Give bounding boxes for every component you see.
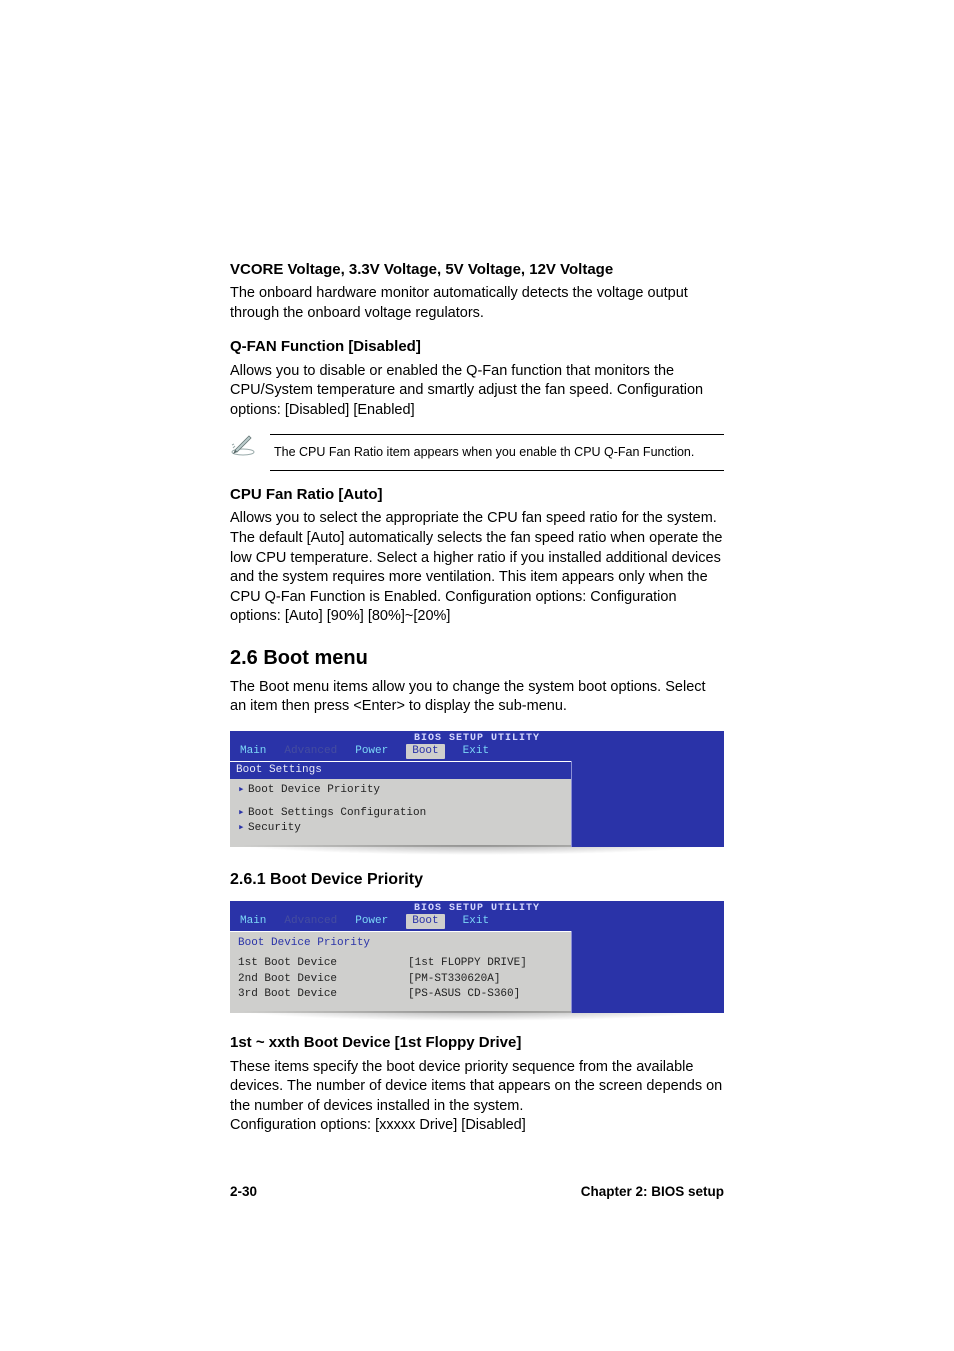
note-box: The CPU Fan Ratio item appears when you … — [270, 434, 724, 471]
bios-tab-boot[interactable]: Boot — [406, 914, 444, 929]
page-number: 2-30 — [230, 1183, 257, 1201]
bios-tab-advanced[interactable]: Advanced — [284, 744, 337, 759]
bios-tab-boot[interactable]: Boot — [406, 744, 444, 759]
para-cpufanratio: Allows you to select the appropriate the… — [230, 509, 724, 626]
bios-2nd-boot-value[interactable]: [PM-ST330620A] — [408, 972, 500, 987]
heading-1st-xxth: 1st ~ xxth Boot Device [1st Floppy Drive… — [230, 1033, 724, 1053]
bios-subheading: Boot Device Priority — [238, 936, 563, 955]
bios-menubar: BIOS SETUP UTILITY Main Advanced Power B… — [230, 731, 724, 761]
bios-item-boot-settings-config[interactable]: Boot Settings Configuration — [248, 806, 563, 821]
bios-tab-exit[interactable]: Exit — [463, 914, 489, 929]
bios-3rd-boot-label[interactable]: 3rd Boot Device — [238, 987, 408, 1002]
heading-2-6: 2.6 Boot menu — [230, 645, 724, 672]
pen-icon — [230, 430, 256, 463]
para-vcore: The onboard hardware monitor automatical… — [230, 284, 724, 323]
bios-panel-left: Boot Device Priority 1st Boot Device [1s… — [230, 931, 571, 1013]
bios-title: BIOS SETUP UTILITY — [414, 902, 540, 916]
bios-title: BIOS SETUP UTILITY — [414, 732, 540, 746]
chapter-label: Chapter 2: BIOS setup — [581, 1183, 724, 1201]
bios-tab-advanced[interactable]: Advanced — [284, 914, 337, 929]
submenu-arrow-icon: ▸ — [238, 821, 248, 836]
bios-tab-power[interactable]: Power — [355, 744, 388, 759]
bios-subheading: Boot Settings — [230, 762, 571, 779]
heading-vcore: VCORE Voltage, 3.3V Voltage, 5V Voltage,… — [230, 260, 724, 280]
bios-item-boot-device-priority[interactable]: Boot Device Priority — [248, 783, 563, 798]
bios-tab-exit[interactable]: Exit — [463, 744, 489, 759]
submenu-arrow-icon: ▸ — [238, 806, 248, 821]
manual-page: VCORE Voltage, 3.3V Voltage, 5V Voltage,… — [0, 0, 954, 1351]
bios-tab-main[interactable]: Main — [240, 744, 266, 759]
bios-tab-main[interactable]: Main — [240, 914, 266, 929]
para-1st-xxth-1: These items specify the boot device prio… — [230, 1058, 724, 1117]
note-text: The CPU Fan Ratio item appears when you … — [270, 438, 694, 467]
bios-panel-left: Boot Settings ▸ Boot Device Priority ▸ B… — [230, 761, 571, 847]
bios-panel-right — [571, 931, 724, 1013]
para-qfan: Allows you to disable or enabled the Q-F… — [230, 362, 724, 421]
bios-screenshot-boot-device-priority: BIOS SETUP UTILITY Main Advanced Power B… — [230, 901, 724, 1021]
para-2-6: The Boot menu items allow you to change … — [230, 678, 724, 717]
bios-screenshot-boot-settings: BIOS SETUP UTILITY Main Advanced Power B… — [230, 731, 724, 855]
bios-tab-power[interactable]: Power — [355, 914, 388, 929]
bios-panel-right — [571, 761, 724, 847]
heading-2-6-1: 2.6.1 Boot Device Priority — [230, 869, 724, 891]
page-footer: 2-30 Chapter 2: BIOS setup — [230, 1183, 724, 1201]
bios-item-security[interactable]: Security — [248, 821, 563, 836]
submenu-arrow-icon: ▸ — [238, 783, 248, 798]
para-1st-xxth-2: Configuration options: [xxxxx Drive] [Di… — [230, 1116, 724, 1136]
bios-3rd-boot-value[interactable]: [PS-ASUS CD-S360] — [408, 987, 520, 1002]
bios-2nd-boot-label[interactable]: 2nd Boot Device — [238, 972, 408, 987]
heading-qfan: Q-FAN Function [Disabled] — [230, 337, 724, 357]
bios-menubar: BIOS SETUP UTILITY Main Advanced Power B… — [230, 901, 724, 931]
heading-cpufanratio: CPU Fan Ratio [Auto] — [230, 485, 724, 505]
bios-1st-boot-label[interactable]: 1st Boot Device — [238, 956, 408, 971]
bios-1st-boot-value[interactable]: [1st FLOPPY DRIVE] — [408, 956, 527, 971]
